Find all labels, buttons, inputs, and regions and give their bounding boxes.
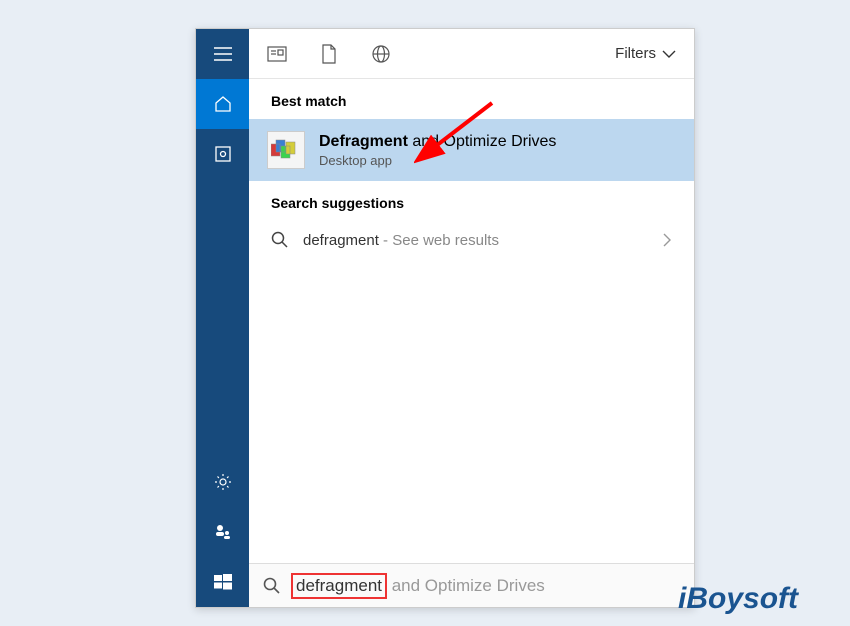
watermark-logo: iBoysoft	[678, 582, 798, 616]
sidebar-start-button[interactable]	[196, 557, 249, 607]
search-icon	[271, 231, 289, 249]
feedback-icon	[214, 523, 232, 541]
windows-icon	[214, 573, 232, 591]
best-match-header: Best match	[249, 79, 694, 119]
suggestion-text: defragment - See web results	[303, 232, 648, 249]
result-title: Defragment and Optimize Drives	[319, 133, 676, 151]
web-suggestion-item[interactable]: defragment - See web results	[249, 221, 694, 259]
defragment-app-icon	[267, 131, 305, 169]
news-icon	[267, 46, 287, 62]
home-icon	[213, 94, 233, 114]
sidebar-apps-button[interactable]	[196, 129, 249, 179]
sidebar	[196, 29, 249, 607]
sidebar-home-button[interactable]	[196, 79, 249, 129]
chevron-right-icon	[662, 232, 672, 248]
gear-icon	[213, 472, 233, 492]
search-input-box[interactable]: defragment and Optimize Drives	[249, 563, 694, 607]
search-icon	[263, 577, 281, 595]
sidebar-settings-button[interactable]	[196, 457, 249, 507]
document-icon	[321, 44, 337, 64]
best-match-result[interactable]: Defragment and Optimize Drives Desktop a…	[249, 119, 694, 181]
start-search-panel: Filters Best match	[195, 28, 695, 608]
search-input-text: defragment and Optimize Drives	[291, 573, 680, 599]
globe-icon	[371, 44, 391, 64]
scope-documents-button[interactable]	[319, 44, 339, 64]
search-scope-bar: Filters	[249, 29, 694, 79]
apps-icon	[214, 145, 232, 163]
scope-web-button[interactable]	[371, 44, 391, 64]
search-typed-highlight: defragment	[291, 573, 387, 599]
result-subtitle: Desktop app	[319, 153, 676, 168]
scope-news-button[interactable]	[267, 44, 287, 64]
filters-button[interactable]: Filters	[615, 45, 676, 62]
chevron-down-icon	[662, 50, 676, 58]
filters-label: Filters	[615, 45, 656, 62]
sidebar-menu-button[interactable]	[196, 29, 249, 79]
hamburger-icon	[214, 47, 232, 61]
suggestions-header: Search suggestions	[249, 181, 694, 221]
search-results-area: Filters Best match	[249, 29, 694, 607]
sidebar-feedback-button[interactable]	[196, 507, 249, 557]
